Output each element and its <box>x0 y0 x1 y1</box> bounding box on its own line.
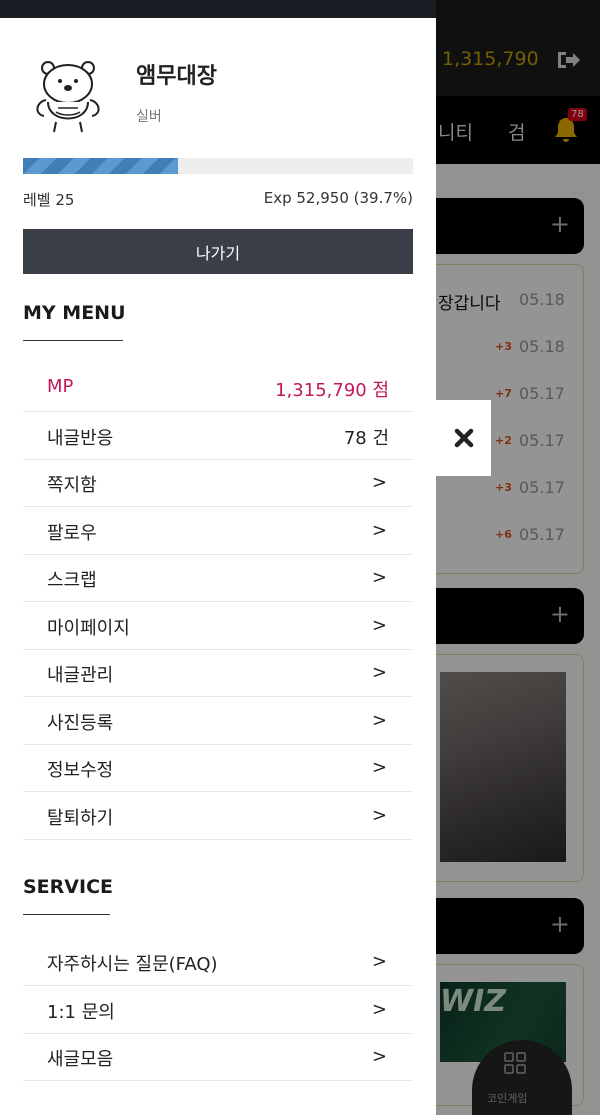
reaction-count: 78 건 <box>343 428 389 449</box>
user-grade: 실버 <box>136 109 162 125</box>
chevron-right-icon: > <box>371 951 387 972</box>
menu-item-follow[interactable]: 팔로우 > <box>23 507 413 555</box>
menu-item-label: MP <box>47 376 74 397</box>
chevron-right-icon: > <box>371 520 387 541</box>
chevron-right-icon: > <box>371 472 387 493</box>
menu-item-label: 스크랩 <box>47 570 97 591</box>
chevron-right-icon: > <box>371 615 387 636</box>
close-icon <box>454 428 473 448</box>
chevron-right-icon: > <box>371 805 387 826</box>
menu-item-reactions[interactable]: 내글반응 78 건 <box>23 412 413 460</box>
menu-item-edit-profile[interactable]: 정보수정 > <box>23 744 413 792</box>
service-underline <box>23 914 110 915</box>
chevron-right-icon: > <box>371 999 387 1020</box>
service-title: SERVICE <box>23 876 113 898</box>
status-strip <box>0 0 436 18</box>
service-item-new-posts[interactable]: 새글모음 > <box>23 1033 413 1081</box>
menu-item-label: 정보수정 <box>47 760 114 781</box>
service-item-label: 1:1 문의 <box>47 1002 115 1023</box>
mp-value: 1,315,790 점 <box>275 380 389 401</box>
exp-progress-fill <box>23 158 178 174</box>
menu-item-withdraw[interactable]: 탈퇴하기 > <box>23 792 413 840</box>
avatar <box>36 61 100 133</box>
menu-item-mypage[interactable]: 마이페이지 > <box>23 602 413 650</box>
menu-item-label: 탈퇴하기 <box>47 808 114 829</box>
my-menu-title: MY MENU <box>23 302 126 324</box>
menu-item-label: 마이페이지 <box>47 618 130 639</box>
service-item-faq[interactable]: 자주하시는 질문(FAQ) > <box>23 938 413 986</box>
side-drawer: 앰무대장 실버 레벨 25 Exp 52,950 (39.7%) 나가기 MY … <box>0 0 436 1115</box>
menu-item-label: 팔로우 <box>47 523 97 544</box>
menu-item-label: 쪽지함 <box>47 475 97 496</box>
close-drawer-button[interactable] <box>436 400 491 476</box>
chevron-right-icon: > <box>371 757 387 778</box>
service-item-label: 자주하시는 질문(FAQ) <box>47 954 218 975</box>
menu-item-messages[interactable]: 쪽지함 > <box>23 459 413 507</box>
menu-item-my-posts[interactable]: 내글관리 > <box>23 649 413 697</box>
menu-item-mp[interactable]: MP 1,315,790 점 <box>23 364 413 412</box>
user-nickname: 앰무대장 <box>136 64 217 89</box>
level-label: 레벨 25 <box>23 191 75 209</box>
chevron-right-icon: > <box>371 662 387 683</box>
menu-item-label: 사진등록 <box>47 713 114 734</box>
service-item-inquiry[interactable]: 1:1 문의 > <box>23 986 413 1034</box>
menu-item-photo-upload[interactable]: 사진등록 > <box>23 697 413 745</box>
exp-progress-bar <box>23 158 413 174</box>
logout-button[interactable]: 나가기 <box>23 229 413 274</box>
menu-item-label: 내글반응 <box>47 428 114 449</box>
exp-label: Exp 52,950 (39.7%) <box>263 189 413 207</box>
menu-item-scrap[interactable]: 스크랩 > <box>23 554 413 602</box>
menu-item-label: 내글관리 <box>47 665 114 686</box>
chevron-right-icon: > <box>371 567 387 588</box>
my-menu-underline <box>23 340 123 341</box>
service-item-label: 새글모음 <box>47 1049 114 1070</box>
chevron-right-icon: > <box>371 1046 387 1067</box>
chevron-right-icon: > <box>371 710 387 731</box>
